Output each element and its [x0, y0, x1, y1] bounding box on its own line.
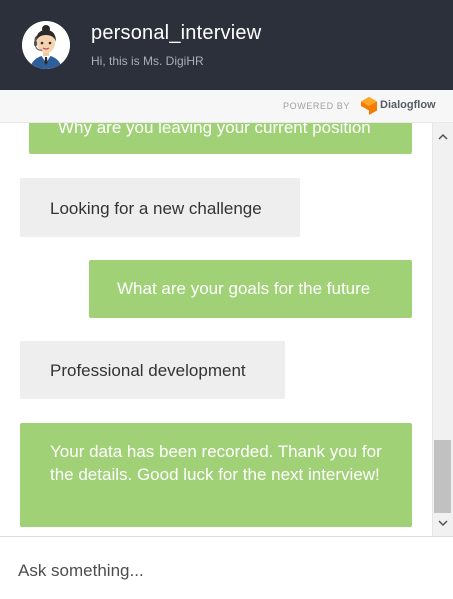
- chevron-down-icon[interactable]: [433, 514, 453, 534]
- ask-input[interactable]: [18, 559, 433, 583]
- dialogflow-brand[interactable]: Dialogflow: [380, 99, 436, 111]
- message-composer: [0, 536, 453, 599]
- bot-message: What are your goals for the future: [89, 260, 412, 318]
- chat-scrollbar[interactable]: [432, 123, 453, 536]
- user-message: Looking for a new challenge: [20, 178, 300, 237]
- chat-title: personal_interview: [91, 22, 262, 44]
- chat-subtitle: Hi, this is Ms. DigiHR: [91, 54, 204, 68]
- businesswoman-avatar-icon: [22, 21, 70, 69]
- user-message: Professional development: [20, 341, 285, 399]
- bot-message: Why are you leaving your current positio…: [29, 123, 412, 154]
- chat-transcript[interactable]: Why are you leaving your current positio…: [0, 123, 432, 536]
- bot-message: Your data has been recorded. Thank you f…: [20, 423, 412, 527]
- dialogflow-logo-icon: [361, 97, 377, 115]
- chevron-up-icon[interactable]: [433, 127, 453, 147]
- powered-by-label: POWERED BY: [282, 101, 350, 111]
- scrollbar-thumb[interactable]: [434, 440, 451, 513]
- chat-header: personal_interview Hi, this is Ms. DigiH…: [0, 0, 453, 90]
